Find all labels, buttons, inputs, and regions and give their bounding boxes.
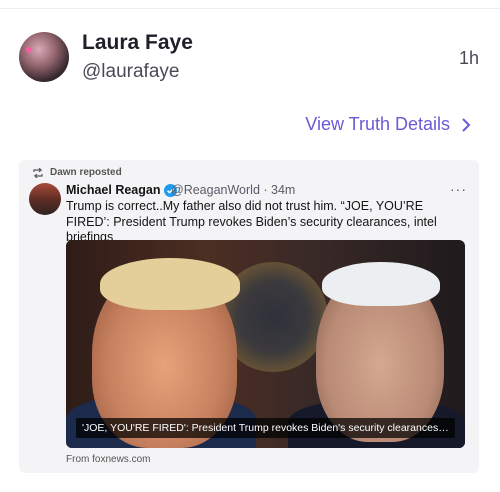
view-details-link[interactable]: View Truth Details	[305, 114, 472, 135]
author-name[interactable]: Laura Faye	[82, 31, 193, 55]
post-time: 1h	[458, 48, 479, 68]
author-avatar[interactable]: ♥	[19, 32, 69, 82]
chevron-right-icon	[462, 117, 471, 132]
image-caption: 'JOE, YOU'RE FIRED': President Trump rev…	[76, 418, 455, 438]
heart-icon: ♥	[25, 43, 33, 57]
repost-author-name-wrap[interactable]: Michael Reagan	[66, 183, 178, 197]
view-details-label: View Truth Details	[305, 114, 450, 134]
link-source[interactable]: From foxnews.com	[66, 454, 150, 465]
top-divider	[0, 8, 500, 9]
author-handle[interactable]: @laurafaye	[82, 61, 179, 83]
person-left-hair	[100, 258, 240, 310]
more-options-icon[interactable]: ···	[450, 181, 467, 197]
repost-text: Trump is correct..My father also did not…	[66, 199, 437, 244]
repost-author-avatar[interactable]	[29, 183, 61, 215]
reposted-by: Dawn reposted	[50, 167, 122, 178]
reposted-indicator: Dawn reposted	[32, 167, 122, 178]
person-right-hair	[322, 262, 440, 306]
repost-image[interactable]: 'JOE, YOU'RE FIRED': President Trump rev…	[66, 240, 465, 448]
repost-author-name: Michael Reagan	[66, 183, 161, 197]
repost-icon	[33, 167, 43, 178]
repost-author-handle-time: @ReaganWorld · 34m	[171, 183, 296, 197]
